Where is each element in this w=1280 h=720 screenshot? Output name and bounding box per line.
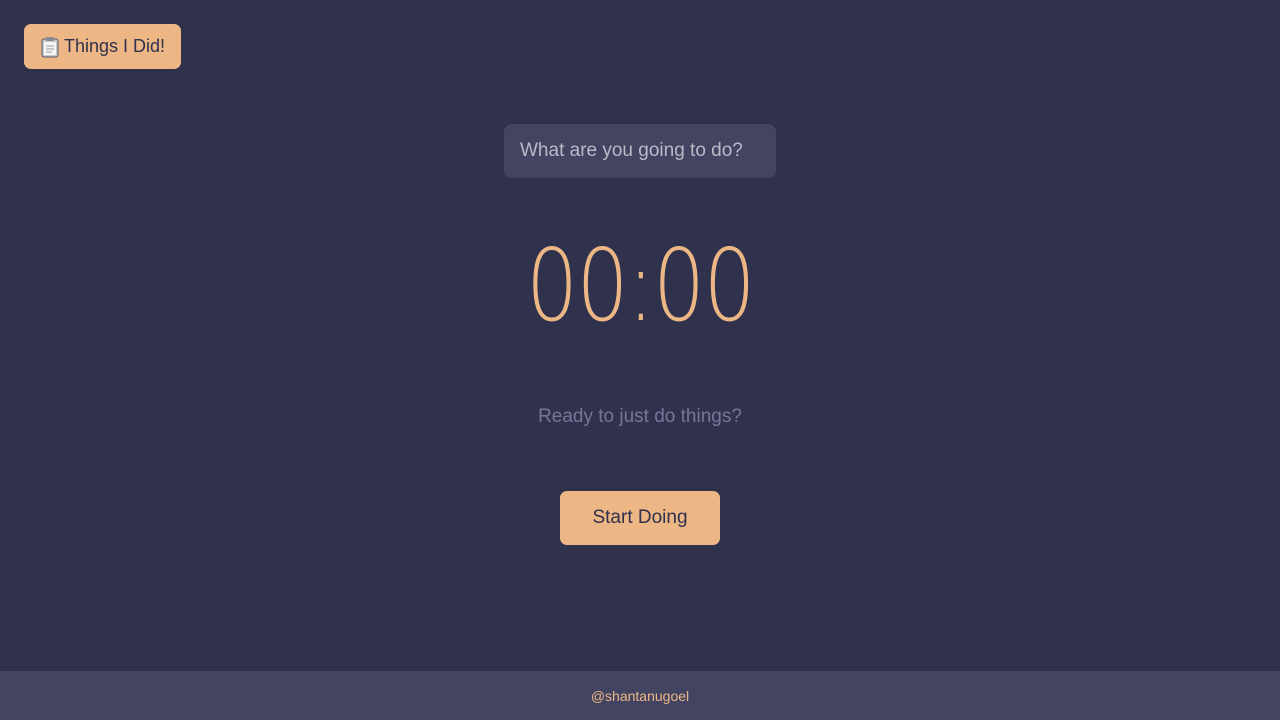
things-i-did-button[interactable]: Things I Did! bbox=[24, 24, 182, 69]
footer: @shantanugoel bbox=[0, 671, 1280, 720]
start-doing-button[interactable]: Start Doing bbox=[560, 491, 720, 545]
things-i-did-label: Things I Did! bbox=[64, 36, 166, 56]
task-input[interactable] bbox=[504, 124, 776, 178]
author-credit-link[interactable]: @shantanugoel bbox=[591, 688, 689, 704]
clipboard-icon bbox=[40, 36, 60, 58]
app-page: Things I Did! 00:00 Ready to just do thi… bbox=[0, 0, 1280, 720]
timer-display: 00:00 bbox=[525, 227, 756, 344]
status-message: Ready to just do things? bbox=[538, 406, 742, 427]
